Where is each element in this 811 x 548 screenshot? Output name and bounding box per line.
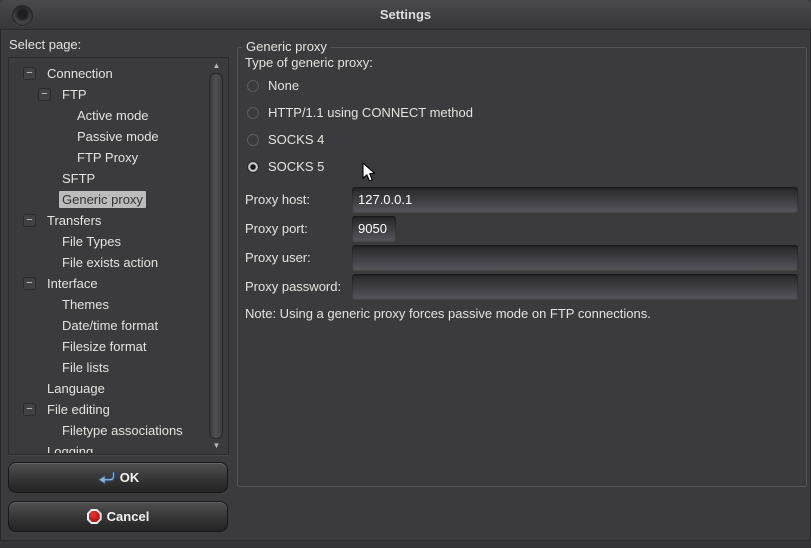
tree-item-label: Passive mode xyxy=(74,128,162,145)
tree-item-file-editing[interactable]: −File editing xyxy=(10,399,206,420)
tree-item-file-exists-action[interactable]: File exists action xyxy=(10,252,206,273)
radio-label: None xyxy=(268,78,299,93)
radio-label: SOCKS 4 xyxy=(268,132,324,147)
field-label: Proxy user: xyxy=(245,250,352,265)
group-legend: Generic proxy xyxy=(242,39,331,54)
settings-window: { "window": { "title": "Settings" }, "co… xyxy=(0,0,811,548)
tree-item-label: SFTP xyxy=(59,170,98,187)
collapse-icon[interactable]: − xyxy=(23,67,44,80)
tree-item-language[interactable]: Language xyxy=(10,378,206,399)
tree-item-generic-proxy[interactable]: Generic proxy xyxy=(10,189,206,210)
tree-item-file-lists[interactable]: File lists xyxy=(10,357,206,378)
proxy-type-label: Type of generic proxy: xyxy=(245,55,798,70)
tree-item-interface[interactable]: −Interface xyxy=(10,273,206,294)
radio-button[interactable] xyxy=(247,134,259,146)
window-title: Settings xyxy=(0,0,811,29)
tree-item-label: Logging xyxy=(44,443,96,453)
tree-item-ftp[interactable]: −FTP xyxy=(10,84,206,105)
proxy-fields: Proxy host: Proxy port: Proxy user: Proxy p… xyxy=(245,186,798,299)
field-row-proxy-user: Proxy user: xyxy=(245,244,798,270)
generic-proxy-group: Generic proxy Type of generic proxy: Non… xyxy=(237,47,807,487)
tree-item-label: File lists xyxy=(59,359,112,376)
collapse-icon[interactable]: − xyxy=(23,214,44,227)
field-row-proxy-host: Proxy host: xyxy=(245,186,798,212)
tree-item-label: Date/time format xyxy=(59,317,161,334)
radio-button[interactable] xyxy=(247,107,259,119)
tree-item-label: Interface xyxy=(44,275,101,292)
tree-item-date-time-format[interactable]: Date/time format xyxy=(10,315,206,336)
cancel-button-label: Cancel xyxy=(107,509,150,524)
page-tree: −Connection−FTPActive modePassive modeFT… xyxy=(8,57,229,455)
radio-label: HTTP/1.1 using CONNECT method xyxy=(268,105,473,120)
titlebar[interactable]: Settings xyxy=(0,0,811,30)
field-label: Proxy port: xyxy=(245,221,352,236)
tree-item-passive-mode[interactable]: Passive mode xyxy=(10,126,206,147)
collapse-icon[interactable]: − xyxy=(38,88,59,101)
close-button[interactable] xyxy=(12,5,33,26)
tree-item-filesize-format[interactable]: Filesize format xyxy=(10,336,206,357)
page-tree-items: −Connection−FTPActive modePassive modeFT… xyxy=(10,59,206,453)
proxy-type-radio-group: None HTTP/1.1 using CONNECT method SOCKS 4… xyxy=(245,78,798,174)
field-row-proxy-password: Proxy password: xyxy=(245,273,798,299)
field-label: Proxy host: xyxy=(245,192,352,207)
tree-scrollbar[interactable]: ▲ ▼ xyxy=(206,59,227,453)
proxy-type-option-none[interactable]: None xyxy=(247,78,798,93)
proxy-user-input[interactable] xyxy=(352,245,798,270)
tree-item-label: Themes xyxy=(59,296,112,313)
scrollbar-thumb[interactable] xyxy=(209,73,223,439)
tree-item-label: FTP xyxy=(59,86,90,103)
field-label: Proxy password: xyxy=(245,279,352,294)
tree-item-label: File Types xyxy=(59,233,124,250)
scroll-up-icon[interactable]: ▲ xyxy=(206,60,227,72)
collapse-icon[interactable]: − xyxy=(23,403,44,416)
tree-item-themes[interactable]: Themes xyxy=(10,294,206,315)
select-page-label: Select page: xyxy=(9,37,81,52)
tree-item-label: File exists action xyxy=(59,254,161,271)
tree-item-label: Generic proxy xyxy=(59,191,146,208)
tree-item-sftp[interactable]: SFTP xyxy=(10,168,206,189)
proxy-type-option-socks-4[interactable]: SOCKS 4 xyxy=(247,132,798,147)
tree-item-connection[interactable]: −Connection xyxy=(10,63,206,84)
scroll-down-icon[interactable]: ▼ xyxy=(206,440,227,452)
tree-item-ftp-proxy[interactable]: FTP Proxy xyxy=(10,147,206,168)
cancel-button[interactable]: Cancel xyxy=(8,501,228,532)
radio-button[interactable] xyxy=(247,80,259,92)
tree-item-label: FTP Proxy xyxy=(74,149,141,166)
tree-item-filetype-associations[interactable]: Filetype associations xyxy=(10,420,206,441)
tree-item-label: Active mode xyxy=(74,107,152,124)
tree-item-label: Filetype associations xyxy=(59,422,186,439)
proxy-password-input[interactable] xyxy=(352,274,798,299)
tree-item-label: Filesize format xyxy=(59,338,150,355)
tree-item-transfers[interactable]: −Transfers xyxy=(10,210,206,231)
radio-label: SOCKS 5 xyxy=(268,159,324,174)
proxy-port-input[interactable] xyxy=(352,216,396,241)
proxy-type-option-socks-5[interactable]: SOCKS 5 xyxy=(247,159,798,174)
tree-item-label: Transfers xyxy=(44,212,104,229)
tree-item-label: Connection xyxy=(44,65,116,82)
tree-item-label: File editing xyxy=(44,401,113,418)
proxy-host-input[interactable] xyxy=(352,187,798,212)
proxy-type-option-http-1-1-using-connect-method[interactable]: HTTP/1.1 using CONNECT method xyxy=(247,105,798,120)
tree-item-label: Language xyxy=(44,380,108,397)
tree-item-file-types[interactable]: File Types xyxy=(10,231,206,252)
tree-item-active-mode[interactable]: Active mode xyxy=(10,105,206,126)
radio-button-checked[interactable] xyxy=(247,161,259,173)
enter-icon xyxy=(97,471,115,485)
window-bottom-edge xyxy=(0,540,811,548)
ok-button[interactable]: OK xyxy=(8,462,228,493)
ok-button-label: OK xyxy=(120,470,140,485)
tree-item-logging[interactable]: Logging xyxy=(10,441,206,453)
field-row-proxy-port: Proxy port: xyxy=(245,215,798,241)
stop-icon xyxy=(87,509,102,524)
collapse-icon[interactable]: − xyxy=(23,277,44,290)
proxy-note: Note: Using a generic proxy forces passi… xyxy=(245,306,798,321)
